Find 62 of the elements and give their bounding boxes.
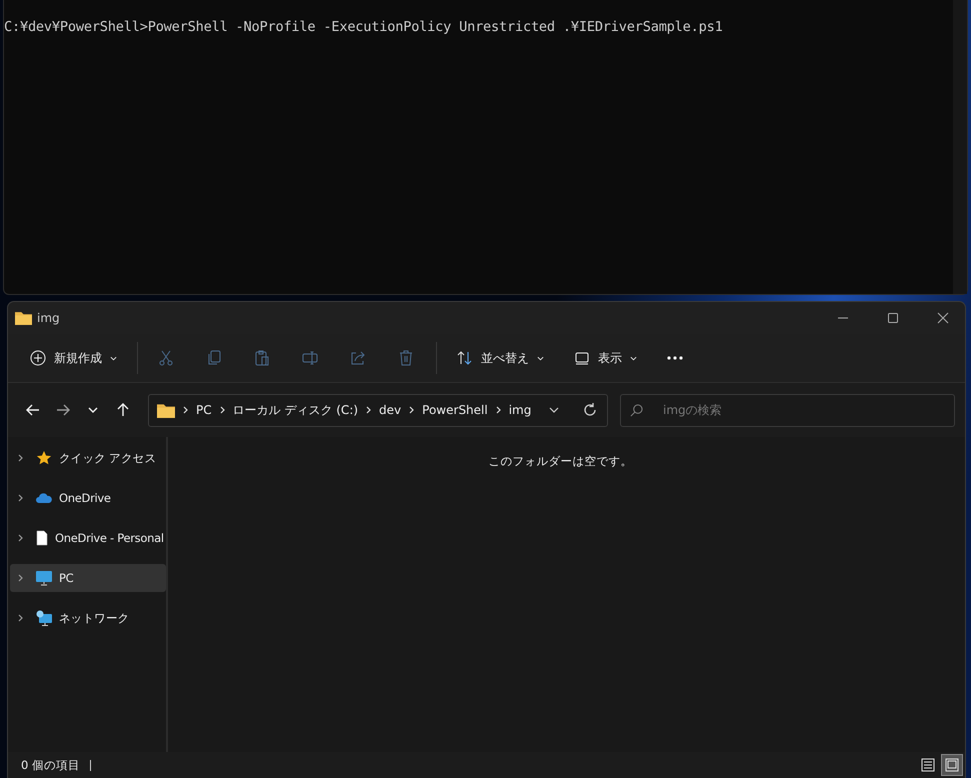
more-icon: [667, 356, 683, 360]
chevron-icon: [18, 494, 23, 502]
sidebar-item[interactable]: ネットワーク: [10, 604, 166, 632]
close-icon[interactable]: [937, 312, 949, 324]
caret-icon: [630, 356, 637, 360]
tile-icon: [945, 758, 959, 772]
chevron-icon: [409, 406, 414, 414]
search-field[interactable]: imgの検索: [620, 394, 955, 426]
empty-folder-message: このフォルダーは空です。: [488, 454, 632, 469]
new-button[interactable]: 新規作成: [20, 342, 127, 374]
breadcrumb-item[interactable]: ローカル ディスク (C:): [232, 402, 358, 418]
clipboard-icon: [254, 350, 270, 366]
caret-icon: [110, 356, 117, 360]
chevron-down-icon: [88, 407, 98, 413]
monitor-icon: [574, 350, 590, 366]
scissors-icon: [158, 350, 174, 366]
star-icon: [36, 450, 52, 466]
share-icon: [350, 350, 366, 366]
chevron-icon: [18, 534, 23, 542]
caret-icon: [537, 356, 544, 360]
sidebar-item[interactable]: クイック アクセス: [10, 444, 166, 472]
window-title: img: [37, 311, 60, 325]
chevron-icon: [18, 574, 23, 582]
breadcrumb-item[interactable]: PC: [196, 403, 212, 417]
scrollbar[interactable]: [953, 0, 967, 294]
network-icon: [36, 610, 52, 626]
chevron-icon: [366, 406, 372, 414]
chevron-icon: [220, 406, 225, 414]
cloud-icon: [36, 493, 52, 503]
tiles-view-button[interactable]: [941, 754, 963, 776]
list-icon: [921, 758, 935, 772]
rename-icon: [302, 350, 318, 366]
breadcrumb-item[interactable]: dev: [379, 403, 402, 417]
sidebar-item[interactable]: PC: [10, 564, 166, 592]
document-icon: [36, 530, 48, 546]
chevron-icon: [183, 406, 188, 414]
chevron-icon: [18, 454, 23, 462]
view-button[interactable]: 表示: [564, 342, 647, 374]
maximize-icon[interactable]: [887, 312, 899, 324]
sidebar-item[interactable]: OneDrive - Personal: [10, 524, 166, 552]
plus-circle-icon: [30, 350, 46, 366]
chevron-icon: [18, 614, 23, 622]
refresh-icon[interactable]: [583, 403, 597, 417]
right-arrow-icon: [56, 403, 70, 417]
command-line: C:¥dev¥PowerShell>PowerShell -NoProfile -ExecutionPolicy Unrestricted .¥IEDriverSample.ps1: [4, 18, 724, 37]
up-arrow-icon: [116, 403, 130, 417]
chevron-icon: [496, 406, 501, 414]
dropdown-icon[interactable]: [549, 407, 559, 413]
monitor-icon: [36, 570, 52, 586]
sidebar-item[interactable]: OneDrive: [10, 484, 166, 512]
folder-icon: [15, 311, 32, 325]
folder-icon: [157, 402, 175, 418]
sort-arrows-icon: [457, 350, 473, 366]
sort-button[interactable]: 並べ替え: [447, 342, 554, 374]
copy-icon: [206, 350, 222, 366]
trash-icon: [398, 350, 414, 366]
search-icon: [630, 404, 643, 416]
left-arrow-icon: [26, 403, 40, 417]
breadcrumb-item[interactable]: img: [508, 403, 532, 417]
breadcrumb-item[interactable]: PowerShell: [422, 403, 488, 417]
item-count: 0 個の項目: [21, 758, 80, 772]
address-bar[interactable]: PC ローカル ディスク (C:) dev PowerShell img: [148, 394, 608, 426]
